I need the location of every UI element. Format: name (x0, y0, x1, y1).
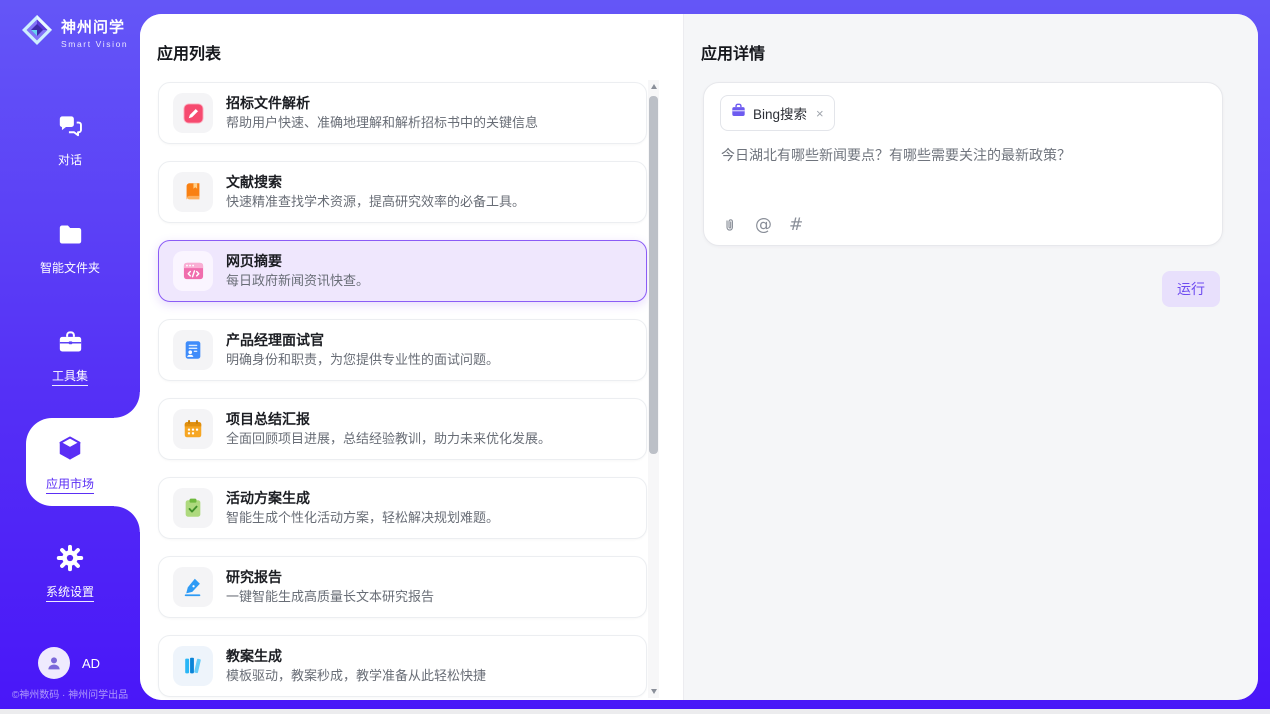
brand-logo: 神州问学 Smart Vision (20, 13, 128, 52)
app-card-name: 文献搜索 (226, 175, 525, 190)
user-initials: AD (82, 656, 100, 671)
bid-document-icon (173, 93, 213, 133)
diamond-logo-icon (20, 13, 54, 52)
sidebar: 神州问学 Smart Vision 对话 智能文件夹 (0, 0, 140, 714)
app-card-name: 项目总结汇报 (226, 412, 551, 427)
app-card-name: 研究报告 (226, 570, 434, 585)
tool-tag-label: Bing搜索 (753, 103, 807, 123)
app-card-desc: 每日政府新闻资讯快查。 (226, 273, 369, 289)
sidebar-item-settings[interactable]: 系统设置 (0, 544, 140, 602)
sidebar-item-label: 智能文件夹 (40, 259, 100, 276)
toolbox-icon (57, 329, 84, 361)
scrollbar-thumb[interactable] (649, 96, 658, 454)
app-card-list: 招标文件解析 帮助用户快速、准确地理解和解析招标书中的关键信息 文献搜索 快速精… (158, 82, 647, 700)
interview-icon (173, 330, 213, 370)
app-card-research-report[interactable]: 研究报告 一键智能生成高质量长文本研究报告 (158, 556, 647, 618)
triangle-down-icon (651, 689, 657, 694)
prompt-input[interactable]: 今日湖北有哪些新闻要点？有哪些需要关注的最新政策？ (721, 145, 1202, 166)
window-bottom-strip (0, 709, 1270, 714)
app-card-event-plan[interactable]: 活动方案生成 智能生成个性化活动方案，轻松解决规划难题。 (158, 477, 647, 539)
app-card-desc: 快速精准查找学术资源，提高研究效率的必备工具。 (226, 194, 525, 210)
scroll-down-button[interactable] (648, 685, 659, 698)
sidebar-item-toolkit[interactable]: 工具集 (0, 329, 140, 386)
app-card-lesson-plan[interactable]: 教案生成 模板驱动，教案秒成，教学准备从此轻松快捷 (158, 635, 647, 697)
sidebar-item-label: 对话 (58, 151, 82, 168)
pen-ink-icon (173, 567, 213, 607)
tool-tag-bing-search: Bing搜索 × (720, 95, 835, 131)
book-icon (173, 172, 213, 212)
sidebar-item-app-market[interactable]: 应用市场 (0, 434, 140, 494)
app-list-scrollbar[interactable] (648, 80, 659, 698)
app-card-desc: 一键智能生成高质量长文本研究报告 (226, 589, 434, 605)
app-card-desc: 明确身份和职责，为您提供专业性的面试问题。 (226, 352, 499, 368)
app-detail-panel: 应用详情 Bing搜索 × 今日湖北有哪些新闻要点？有哪些需要关注的最新政策？ (683, 14, 1258, 700)
bubble-notch-bottom (114, 506, 140, 532)
webpage-icon (173, 251, 213, 291)
clipboard-check-icon (173, 488, 213, 528)
app-detail-title: 应用详情 (701, 40, 765, 64)
app-card-project-summary[interactable]: 项目总结汇报 全面回顾项目进展，总结经验教训，助力未来优化发展。 (158, 398, 647, 460)
copyright-footer: ©神州数码 · 神州问学出品 (0, 686, 140, 701)
sidebar-item-label: 工具集 (52, 367, 88, 386)
app-card-name: 活动方案生成 (226, 491, 499, 506)
triangle-up-icon (651, 84, 657, 89)
sidebar-item-label: 系统设置 (46, 583, 94, 602)
main-content-card: 应用列表 招标文件解析 帮助用户快速、准确地理解和解析招标书中的关键信息 (140, 14, 1258, 700)
prompt-toolbar: @ # (721, 215, 803, 235)
app-card-name: 招标文件解析 (226, 96, 538, 111)
sidebar-item-chat[interactable]: 对话 (0, 113, 140, 168)
app-card-desc: 全面回顾项目进展，总结经验教训，助力未来优化发展。 (226, 431, 551, 447)
app-card-bid-analysis[interactable]: 招标文件解析 帮助用户快速、准确地理解和解析招标书中的关键信息 (158, 82, 647, 144)
brand-name: 神州问学 (61, 16, 128, 37)
topic-icon[interactable]: # (789, 215, 803, 235)
bubble-notch-top (114, 392, 140, 418)
app-card-webpage-summary[interactable]: 网页摘要 每日政府新闻资讯快查。 (158, 240, 647, 302)
person-icon (45, 654, 63, 672)
app-card-pm-interviewer[interactable]: 产品经理面试官 明确身份和职责，为您提供专业性的面试问题。 (158, 319, 647, 381)
prompt-card: Bing搜索 × 今日湖北有哪些新闻要点？有哪些需要关注的最新政策？ @ # (703, 82, 1223, 246)
sidebar-item-label: 应用市场 (46, 475, 94, 494)
app-card-name: 教案生成 (226, 649, 486, 664)
folder-icon (57, 221, 84, 253)
app-list-title: 应用列表 (157, 40, 221, 64)
calendar-icon (173, 409, 213, 449)
app-card-name: 网页摘要 (226, 254, 369, 269)
sidebar-item-smart-folder[interactable]: 智能文件夹 (0, 221, 140, 276)
app-card-desc: 模板驱动，教案秒成，教学准备从此轻松快捷 (226, 668, 486, 684)
chat-icon (57, 113, 84, 145)
app-card-name: 产品经理面试官 (226, 333, 499, 348)
brand-subtitle: Smart Vision (61, 39, 128, 49)
app-card-desc: 智能生成个性化活动方案，轻松解决规划难题。 (226, 510, 499, 526)
run-button[interactable]: 运行 (1162, 271, 1220, 307)
books-icon (173, 646, 213, 686)
app-card-desc: 帮助用户快速、准确地理解和解析招标书中的关键信息 (226, 115, 538, 131)
briefcase-icon (731, 103, 746, 123)
cube-icon (55, 434, 85, 469)
mention-icon[interactable]: @ (755, 215, 772, 235)
user-avatar[interactable] (38, 647, 70, 679)
attachment-icon[interactable] (721, 217, 738, 234)
app-card-literature-search[interactable]: 文献搜索 快速精准查找学术资源，提高研究效率的必备工具。 (158, 161, 647, 223)
gear-icon (56, 544, 84, 577)
app-list-panel: 应用列表 招标文件解析 帮助用户快速、准确地理解和解析招标书中的关键信息 (140, 14, 683, 700)
tag-close-icon[interactable]: × (816, 107, 824, 120)
scroll-up-button[interactable] (648, 80, 659, 93)
